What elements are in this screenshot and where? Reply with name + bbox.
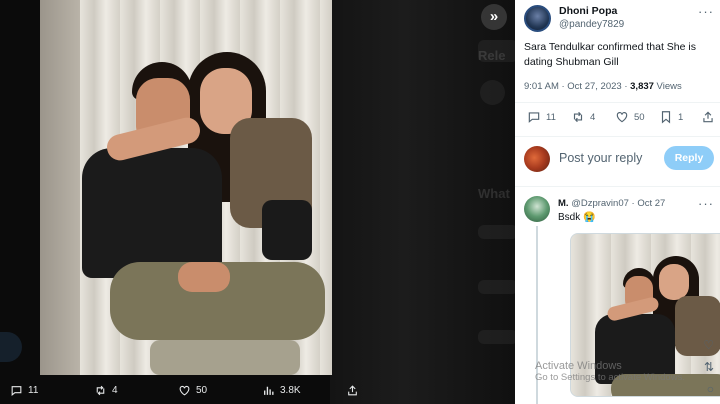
author-display-name[interactable]: Dhoni Popa: [559, 5, 624, 18]
photo-like-icon[interactable]: ♡: [703, 338, 714, 352]
author-handle[interactable]: @pandey7829: [559, 18, 624, 31]
tweet-view-count: 3,837: [630, 81, 654, 92]
commenter-avatar[interactable]: [524, 196, 550, 222]
viewer-reply-button[interactable]: 11: [10, 384, 38, 397]
bookmark-icon: [661, 111, 671, 124]
viewer-reply-count: 11: [28, 385, 39, 396]
comment-more-icon[interactable]: ···: [698, 196, 714, 211]
expand-icon[interactable]: »: [481, 4, 507, 30]
heart-icon: [616, 112, 628, 123]
retweet-icon: [573, 111, 583, 123]
retweet-count: 4: [590, 111, 596, 123]
retweet-icon: [96, 385, 105, 396]
comment-icon: [11, 386, 22, 396]
left-edge-button[interactable]: [0, 332, 22, 362]
commenter-header: M. @Dzpravin07 · Oct 27: [558, 198, 665, 209]
tweet-text: Sara Tendulkar confirmed that She is dat…: [524, 41, 696, 68]
retweet-action-button[interactable]: 4: [571, 110, 595, 124]
viewer-views-button[interactable]: 3.8K: [262, 384, 301, 397]
viewer-like-button[interactable]: 50: [178, 384, 207, 397]
viewer-like-count: 50: [196, 385, 208, 396]
windows-activation-watermark: Activate Windows Go to Settings to activ…: [535, 360, 685, 384]
watermark-line2: Go to Settings to activate Windows.: [535, 372, 685, 383]
reply-button[interactable]: Reply: [664, 146, 714, 170]
tweet-author[interactable]: Dhoni Popa @pandey7829: [524, 5, 624, 32]
media-action-bar: 11 4 50 3.8K: [0, 376, 515, 404]
viewer-retweet-button[interactable]: 4: [94, 384, 118, 397]
tweet-views-label: Views: [653, 81, 682, 92]
reply-input[interactable]: Post your reply: [559, 151, 642, 165]
tweet-photo[interactable]: [40, 0, 332, 375]
commenter-handle-date[interactable]: @Dzpravin07 · Oct 27: [569, 198, 665, 209]
ghost-heading-2: What: [478, 186, 510, 201]
heart-icon: [179, 385, 190, 396]
media-viewer: Rele What » 11 4 50 3.8K: [0, 0, 515, 404]
divider: [515, 136, 720, 137]
ghost-heading-1: Rele: [478, 48, 506, 63]
comment-icon: [528, 112, 540, 123]
viewer-share-button[interactable]: [346, 384, 359, 397]
divider: [515, 102, 720, 103]
more-options-icon[interactable]: ···: [698, 4, 714, 19]
viewer-view-count: 3.8K: [280, 385, 301, 396]
views-icon: [264, 386, 274, 395]
my-avatar: [524, 146, 550, 172]
bookmark-count: 1: [678, 111, 684, 123]
background-timeline: Rele What: [330, 0, 515, 404]
photo-comment-icon[interactable]: ○: [707, 382, 714, 396]
viewer-retweet-count: 4: [112, 385, 118, 396]
like-count: 50: [634, 111, 645, 123]
tweet-detail-panel: Dhoni Popa @pandey7829 ··· Sara Tendulka…: [515, 0, 720, 404]
author-avatar[interactable]: [524, 5, 551, 32]
reply-count: 11: [546, 111, 556, 123]
divider: [515, 186, 720, 187]
comment-text: Bsdk 😭: [558, 212, 596, 223]
share-action-button[interactable]: [701, 110, 715, 124]
reply-composer: Post your reply Reply: [524, 146, 714, 174]
like-action-button[interactable]: 50: [615, 110, 645, 124]
bookmark-action-button[interactable]: 1: [659, 110, 683, 124]
reply-action-button[interactable]: 11: [527, 110, 556, 124]
photo-retweet-icon[interactable]: ⇅: [704, 360, 714, 374]
commenter-name[interactable]: M.: [558, 198, 569, 209]
tweet-meta: 9:01 AM · Oct 27, 2023 · 3,837 Views: [524, 81, 682, 92]
watermark-line1: Activate Windows: [535, 360, 622, 372]
share-icon: [348, 385, 357, 396]
share-icon: [703, 111, 713, 123]
tweet-timestamp[interactable]: 9:01 AM · Oct 27, 2023 ·: [524, 81, 630, 92]
tweet-actions: 11 4 50 1: [515, 110, 720, 130]
